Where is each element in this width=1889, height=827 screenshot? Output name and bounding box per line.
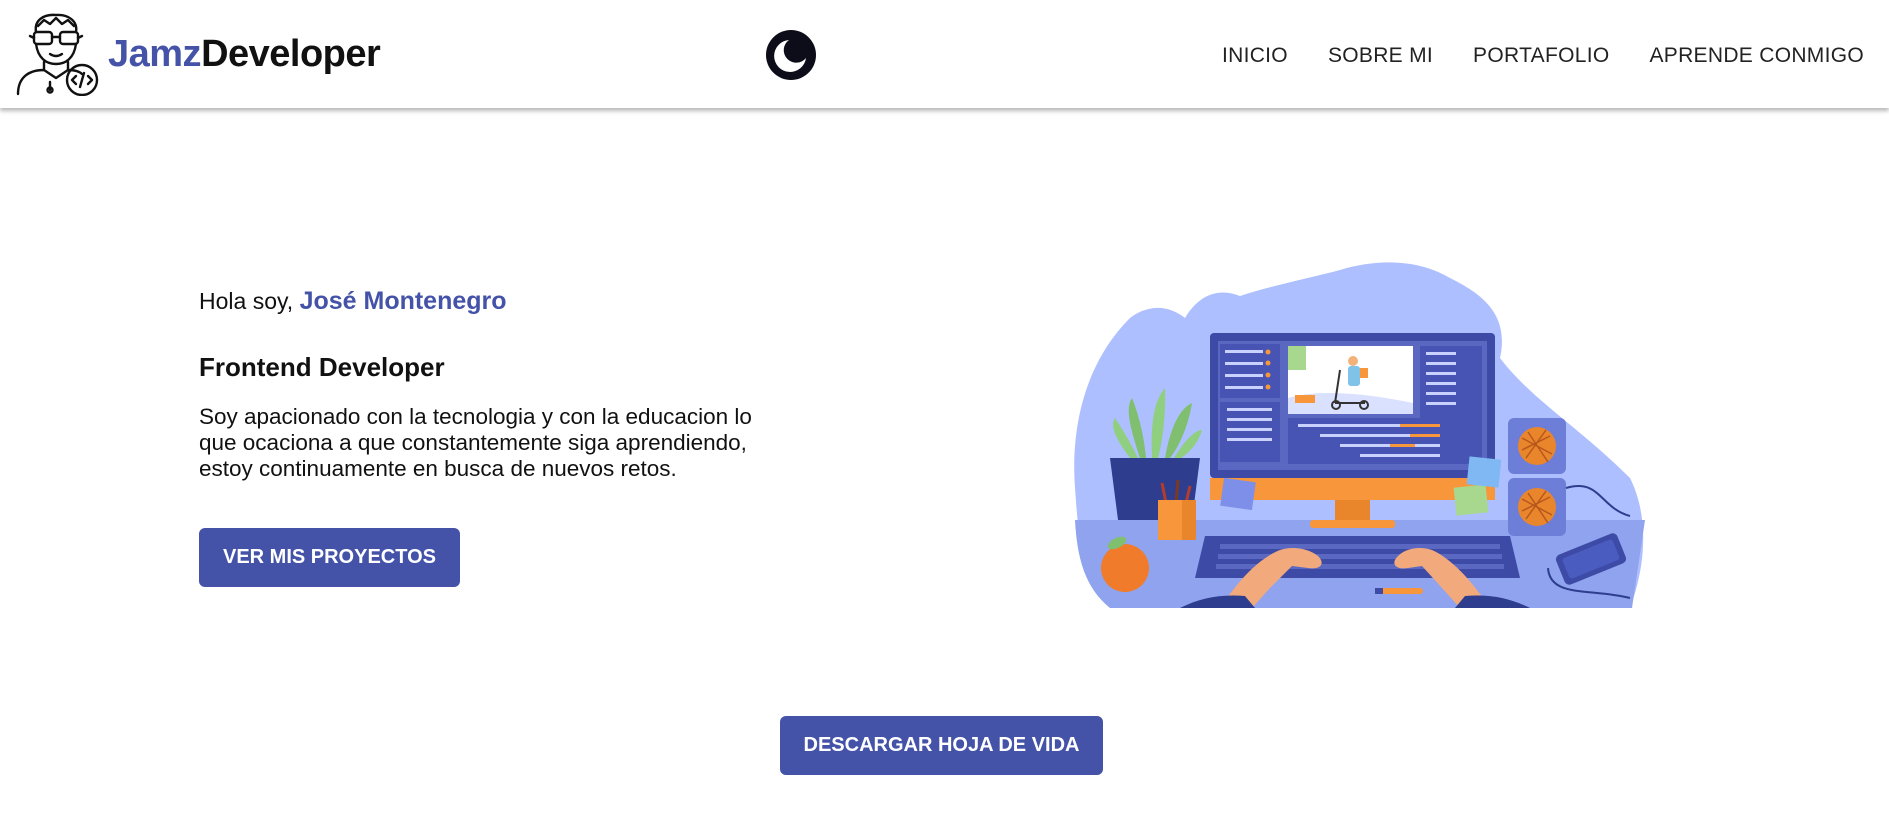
hero-greeting: Hola soy, José Montenegro [199, 287, 507, 316]
greeting-text: Hola soy, [199, 288, 300, 314]
theme-toggle-button[interactable] [765, 29, 817, 81]
hero-description: Soy apacionado con la tecnologia y con l… [199, 404, 752, 481]
download-cv-button[interactable]: DESCARGAR HOJA DE VIDA [780, 716, 1103, 775]
brand-name-part1: Jamz [108, 32, 202, 75]
site-header: JamzDeveloper INICIO SOBRE MI PORTAFOLIO… [0, 0, 1889, 108]
developer-avatar-icon [16, 13, 99, 96]
nav-item-aprende-conmigo[interactable]: APRENDE CONMIGO [1649, 44, 1864, 68]
nav-item-portafolio[interactable]: PORTAFOLIO [1473, 44, 1609, 68]
developer-workspace-illustration [1070, 258, 1650, 623]
main-nav: INICIO SOBRE MI PORTAFOLIO APRENDE CONMI… [1222, 44, 1864, 68]
site-logo[interactable]: JamzDeveloper [14, 12, 381, 96]
nav-item-inicio[interactable]: INICIO [1222, 44, 1288, 68]
brand-name-part2: Developer [201, 32, 381, 75]
hero-name: José Montenegro [299, 287, 507, 315]
view-projects-button[interactable]: VER MIS PROYECTOS [199, 528, 460, 587]
hero-role: Frontend Developer [199, 352, 445, 382]
moon-icon [766, 30, 816, 80]
brand-name: JamzDeveloper [108, 32, 381, 76]
nav-item-sobre-mi[interactable]: SOBRE MI [1328, 44, 1433, 68]
